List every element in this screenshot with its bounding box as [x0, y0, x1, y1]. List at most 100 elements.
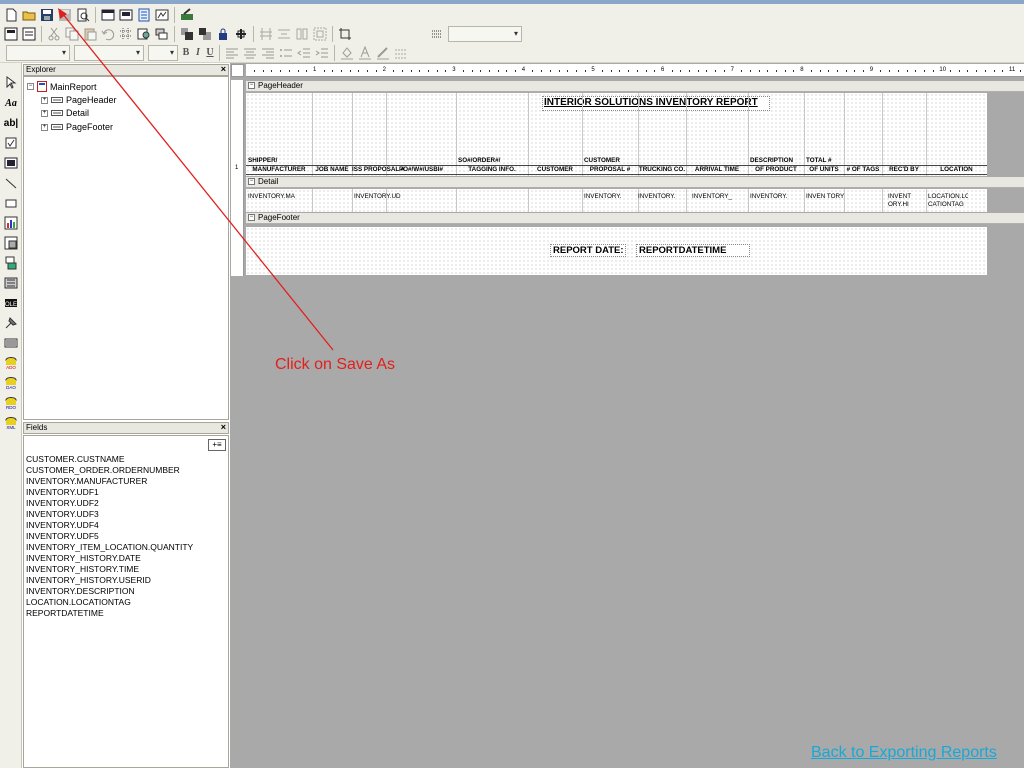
column-header[interactable]: PROPOSAL # — [582, 165, 638, 175]
font-color-icon[interactable] — [357, 45, 373, 61]
pageheader-band[interactable]: INTERIOR SOLUTIONS INVENTORY REPORT SHIP… — [246, 93, 987, 176]
column-header[interactable]: REC'D BY — [882, 165, 926, 175]
undo-icon[interactable] — [100, 26, 116, 42]
column-header[interactable]: JOB NAME — [312, 165, 352, 175]
layout-icon[interactable] — [118, 7, 134, 23]
italic-button[interactable]: I — [192, 47, 204, 58]
explorer-close-button[interactable]: × — [221, 64, 226, 74]
detail-field[interactable]: LOCATION.LO CATIONTAG — [928, 193, 968, 209]
font-size-dropdown[interactable]: ▾ — [148, 44, 178, 61]
column-header-line1[interactable]: SHIPPER/ — [248, 157, 277, 165]
rdo-data-icon[interactable]: RDO — [3, 395, 19, 411]
textbox-icon[interactable]: ab| — [3, 115, 19, 131]
wizard-icon[interactable] — [154, 7, 170, 23]
column-header-line1[interactable]: SO#/ORDER#/ — [458, 157, 500, 165]
dots-icon[interactable] — [429, 26, 445, 42]
column-header[interactable]: TRUCKING CO. — [638, 165, 686, 175]
rectangle-icon[interactable] — [3, 195, 19, 211]
field-item[interactable]: INVENTORY.UDF1 — [24, 487, 228, 498]
add-field-icon[interactable]: +≡ — [208, 439, 226, 451]
save-icon[interactable] — [39, 7, 55, 23]
tree-item-pageheader[interactable]: + PageHeader — [41, 95, 117, 105]
report-datetime-field[interactable]: REPORTDATETIME — [636, 244, 750, 257]
formula-icon[interactable] — [3, 335, 19, 351]
column-header[interactable]: CUSTOMER — [528, 165, 582, 175]
style-dropdown[interactable]: ▾ — [74, 44, 144, 61]
expand-icon[interactable]: + — [41, 96, 48, 104]
size-icon[interactable] — [294, 26, 310, 42]
field-item[interactable]: LOCATION.LOCATIONTAG — [24, 597, 228, 608]
collapse-icon[interactable]: − — [27, 83, 34, 90]
xml-data-icon[interactable]: XML — [3, 415, 19, 431]
column-header-line1[interactable]: CUSTOMER — [584, 157, 620, 165]
align-right-icon[interactable] — [260, 45, 276, 61]
collapse-icon[interactable]: − — [248, 214, 255, 221]
fields-close-button[interactable]: × — [221, 422, 226, 432]
detail-field[interactable]: INVENTORY.UD — [354, 193, 401, 209]
tree-item-detail[interactable]: + Detail — [41, 108, 89, 118]
field-item[interactable]: INVENTORY.UDF5 — [24, 531, 228, 542]
column-header[interactable]: TAGGING INFO. — [456, 165, 528, 175]
page-break-icon[interactable] — [3, 255, 19, 271]
crop-icon[interactable] — [337, 26, 353, 42]
column-header-line1[interactable]: DESCRIPTION — [750, 157, 793, 165]
back-to-exporting-reports-link[interactable]: Back to Exporting Reports — [811, 744, 997, 762]
tree-item-mainreport[interactable]: − MainReport — [27, 81, 97, 92]
border-icon[interactable] — [393, 45, 409, 61]
collapse-icon[interactable]: − — [248, 178, 255, 185]
field-item[interactable]: INVENTORY.UDF2 — [24, 498, 228, 509]
new-file-icon[interactable] — [3, 7, 19, 23]
detail-field[interactable]: INVENT ORY.HI — [888, 193, 928, 209]
field-item[interactable]: INVENTORY_ITEM_LOCATION.QUANTITY — [24, 542, 228, 553]
tree-item-pagefooter[interactable]: + PageFooter — [41, 122, 113, 132]
field-item[interactable]: INVENTORY.UDF3 — [24, 509, 228, 520]
layers-icon[interactable] — [154, 26, 170, 42]
ado-data-icon[interactable]: ADO — [3, 355, 19, 371]
report-date-label[interactable]: REPORT DATE: — [550, 244, 626, 257]
chart-icon[interactable] — [3, 215, 19, 231]
subreport-icon[interactable] — [3, 235, 19, 251]
image-icon[interactable] — [3, 155, 19, 171]
field-item[interactable]: INVENTORY_HISTORY.TIME — [24, 564, 228, 575]
detail-field[interactable]: INVEN TORY — [806, 193, 844, 209]
print-preview-icon[interactable] — [75, 7, 91, 23]
field-item[interactable]: REPORTDATETIME — [24, 608, 228, 619]
outdent-icon[interactable] — [296, 45, 312, 61]
column-header[interactable]: # OF TAGS — [844, 165, 882, 175]
lock-icon[interactable] — [215, 26, 231, 42]
zoom-dropdown[interactable]: ▾ — [448, 25, 522, 42]
collapse-icon[interactable]: − — [248, 82, 255, 89]
field-item[interactable]: INVENTORY.MANUFACTURER — [24, 476, 228, 487]
column-header[interactable]: LOCATION — [926, 165, 987, 175]
properties-icon[interactable] — [21, 26, 37, 42]
cut-icon[interactable] — [46, 26, 62, 42]
align-left-icon[interactable] — [224, 45, 240, 61]
grid-icon[interactable] — [118, 26, 134, 42]
label-icon[interactable]: Aa — [3, 95, 19, 111]
page-setup-icon[interactable] — [3, 26, 19, 42]
column-header[interactable]: ARRIVAL TIME — [686, 165, 748, 175]
copy-icon[interactable] — [64, 26, 80, 42]
save-as-icon[interactable] — [57, 7, 73, 23]
report-icon[interactable] — [136, 7, 152, 23]
barcode-icon[interactable] — [3, 275, 19, 291]
align-center-icon[interactable] — [242, 45, 258, 61]
underline-button[interactable]: U — [204, 47, 216, 58]
group-icon[interactable] — [312, 26, 328, 42]
detail-section-bar[interactable]: − Detail — [246, 177, 1024, 188]
export-icon[interactable] — [179, 7, 195, 23]
column-header[interactable]: OF UNITS — [804, 165, 844, 175]
pageheader-section-bar[interactable]: − PageHeader — [246, 81, 1024, 92]
line-icon[interactable] — [3, 175, 19, 191]
column-header[interactable]: PO#/W#/USBI# — [386, 165, 456, 175]
paste-icon[interactable] — [82, 26, 98, 42]
field-item[interactable]: INVENTORY_HISTORY.USERID — [24, 575, 228, 586]
open-folder-icon[interactable] — [21, 7, 37, 23]
fill-color-icon[interactable] — [339, 45, 355, 61]
field-item[interactable]: INVENTORY.UDF4 — [24, 520, 228, 531]
field-item[interactable]: CUSTOMER_ORDER.ORDERNUMBER — [24, 465, 228, 476]
detail-band[interactable]: INVENTORY.MA INVENTORY.UD INVENTORY. INVENT… — [246, 189, 987, 212]
column-header[interactable]: ISS PROPOSAL # — [352, 165, 404, 175]
report-title-label[interactable]: INTERIOR SOLUTIONS INVENTORY REPORT — [542, 96, 770, 111]
field-item[interactable]: CUSTOMER.CUSTNAME — [24, 454, 228, 465]
